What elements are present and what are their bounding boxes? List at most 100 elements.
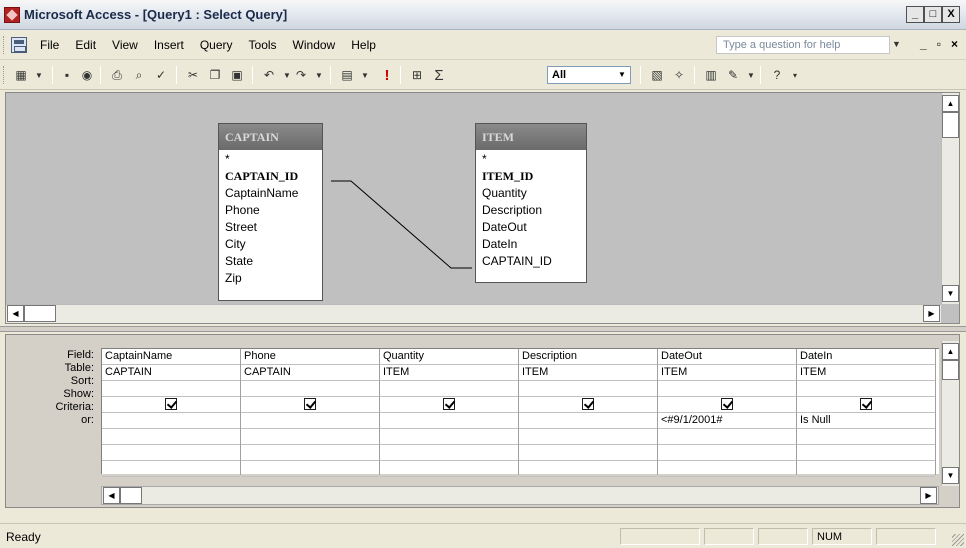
show-checkbox[interactable] [860,398,872,411]
criteria-cell[interactable] [241,413,379,429]
table-field-city[interactable]: City [225,237,316,254]
or-cell[interactable] [797,429,935,445]
table-field-all-columns[interactable]: * [225,152,316,169]
show-cell[interactable] [519,397,657,413]
help-search-input[interactable]: Type a question for help [716,36,890,54]
toolbar-options-icon[interactable]: ▾ [786,66,804,84]
table-field-all-columns[interactable]: * [482,152,580,169]
table-box-item[interactable]: ITEM * ITEM_ID Quantity Description DateOut D… [475,123,587,283]
grid-horizontal-scrollbar[interactable]: ◀ ▶ [101,486,939,505]
table-field-street[interactable]: Street [225,220,316,237]
query-type-icon[interactable]: ▤ [338,66,356,84]
pane-splitter[interactable] [0,326,966,332]
query-type-dropdown-icon[interactable]: ▼ [356,66,374,84]
menu-tools[interactable]: Tools [249,38,277,52]
scroll-thumb[interactable] [942,360,959,380]
empty-cell[interactable] [658,445,796,461]
empty-cell[interactable] [519,445,657,461]
show-cell[interactable] [241,397,379,413]
properties-icon[interactable]: ▧ [648,66,666,84]
table-title-captain[interactable]: CAPTAIN [219,124,322,150]
menu-query[interactable]: Query [200,38,233,52]
help-icon[interactable]: ? [768,66,786,84]
empty-cell[interactable] [102,461,240,477]
show-checkbox[interactable] [582,398,594,411]
grid-vertical-scrollbar[interactable]: ▲ ▼ [941,341,959,486]
table-pane[interactable]: CAPTAIN * CAPTAIN_ID CaptainName Phone Stree… [5,92,960,324]
sort-cell[interactable] [658,381,796,397]
menu-view[interactable]: View [112,38,138,52]
print-icon[interactable]: ⎙ [108,66,126,84]
criteria-cell[interactable]: Is Null [797,413,935,429]
field-cell[interactable]: CaptainName [102,349,240,365]
sort-cell[interactable] [519,381,657,397]
show-cell[interactable] [658,397,796,413]
table-field-captain-id[interactable]: CAPTAIN_ID [482,254,580,271]
empty-cell[interactable] [797,461,935,477]
table-title-item[interactable]: ITEM [476,124,586,150]
or-cell[interactable] [519,429,657,445]
table-box-captain[interactable]: CAPTAIN * CAPTAIN_ID CaptainName Phone Stree… [218,123,323,301]
show-checkbox[interactable] [165,398,177,411]
table-field-captainname[interactable]: CaptainName [225,186,316,203]
spelling-icon[interactable]: ✓ [152,66,170,84]
show-cell[interactable] [380,397,518,413]
toolbar-grip[interactable] [3,66,6,84]
field-cell[interactable]: DateOut [658,349,796,365]
show-cell[interactable] [797,397,935,413]
scroll-left-icon[interactable]: ◀ [7,305,24,322]
menu-window[interactable]: Window [293,38,336,52]
undo-icon[interactable]: ↶ [260,66,278,84]
menubar-grip[interactable] [3,36,6,54]
scroll-down-icon[interactable]: ▼ [942,467,959,484]
criteria-cell[interactable]: <#9/1/2001# [658,413,796,429]
sort-cell[interactable] [380,381,518,397]
field-cell[interactable]: Description [519,349,657,365]
sort-cell[interactable] [241,381,379,397]
menu-file[interactable]: File [40,38,59,52]
table-cell[interactable]: CAPTAIN [241,365,379,381]
search-icon[interactable]: ◉ [78,66,96,84]
paste-icon[interactable]: ▣ [228,66,246,84]
database-window-icon[interactable]: ▥ [702,66,720,84]
table-cell[interactable]: ITEM [658,365,796,381]
empty-cell[interactable] [797,445,935,461]
empty-cell[interactable] [380,461,518,477]
empty-cell[interactable] [380,445,518,461]
scroll-up-icon[interactable]: ▲ [942,95,959,112]
or-cell[interactable] [102,429,240,445]
empty-cell[interactable] [241,461,379,477]
table-field-state[interactable]: State [225,254,316,271]
scroll-right-icon[interactable]: ▶ [920,487,937,504]
empty-cell[interactable] [102,445,240,461]
access-app-icon[interactable] [4,7,20,23]
table-cell[interactable]: ITEM [380,365,518,381]
top-values-dropdown-icon[interactable]: ▼ [615,68,629,82]
new-object-dropdown-icon[interactable]: ▼ [742,66,760,84]
empty-cell[interactable] [519,461,657,477]
minimize-button[interactable]: _ [906,6,924,23]
table-field-quantity[interactable]: Quantity [482,186,580,203]
field-cell[interactable]: Quantity [380,349,518,365]
maximize-button[interactable]: □ [924,6,942,23]
scroll-thumb[interactable] [120,487,142,504]
view-dropdown-icon[interactable]: ▼ [30,66,48,84]
show-checkbox[interactable] [304,398,316,411]
menu-insert[interactable]: Insert [154,38,184,52]
or-cell[interactable] [658,429,796,445]
sort-cell[interactable] [797,381,935,397]
doc-minimize-button[interactable]: _ [920,37,927,51]
redo-dropdown-icon[interactable]: ▼ [310,66,328,84]
close-button[interactable]: X [942,6,960,23]
field-cell[interactable]: DateIn [797,349,935,365]
menu-edit[interactable]: Edit [75,38,96,52]
print-preview-icon[interactable]: ⌕ [130,66,148,84]
table-pane-vertical-scrollbar[interactable]: ▲ ▼ [941,93,959,304]
build-icon[interactable]: ✧ [670,66,688,84]
empty-cell[interactable] [658,461,796,477]
scroll-thumb[interactable] [24,305,56,322]
resize-grip-icon[interactable] [952,534,964,546]
criteria-cell[interactable] [519,413,657,429]
field-cell[interactable]: Phone [241,349,379,365]
table-field-zip[interactable]: Zip [225,271,316,288]
